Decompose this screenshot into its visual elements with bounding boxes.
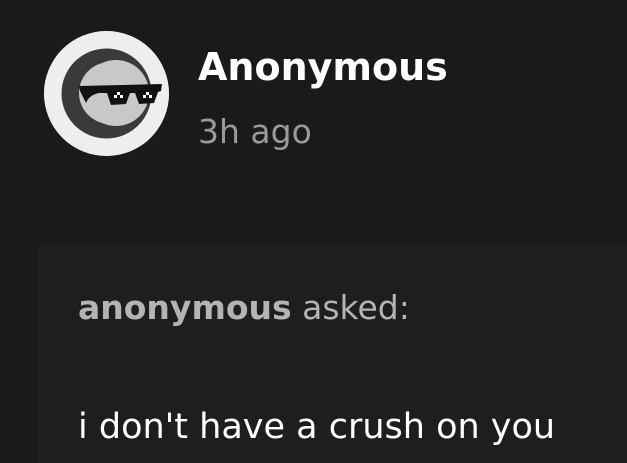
ask-box: anonymous asked: i don't have a crush on…	[38, 243, 627, 463]
question-text: i don't have a crush on you	[78, 407, 556, 447]
author-name[interactable]: Anonymous	[198, 44, 448, 90]
post-header: Anonymous 3h ago	[0, 0, 627, 200]
author-avatar[interactable]	[44, 31, 169, 156]
asked-label: asked:	[302, 288, 410, 327]
anonymous-sunglasses-icon	[44, 31, 169, 156]
asker-name[interactable]: anonymous	[78, 288, 292, 327]
asker-line: anonymous asked:	[78, 288, 410, 328]
post-timestamp: 3h ago	[198, 112, 312, 151]
